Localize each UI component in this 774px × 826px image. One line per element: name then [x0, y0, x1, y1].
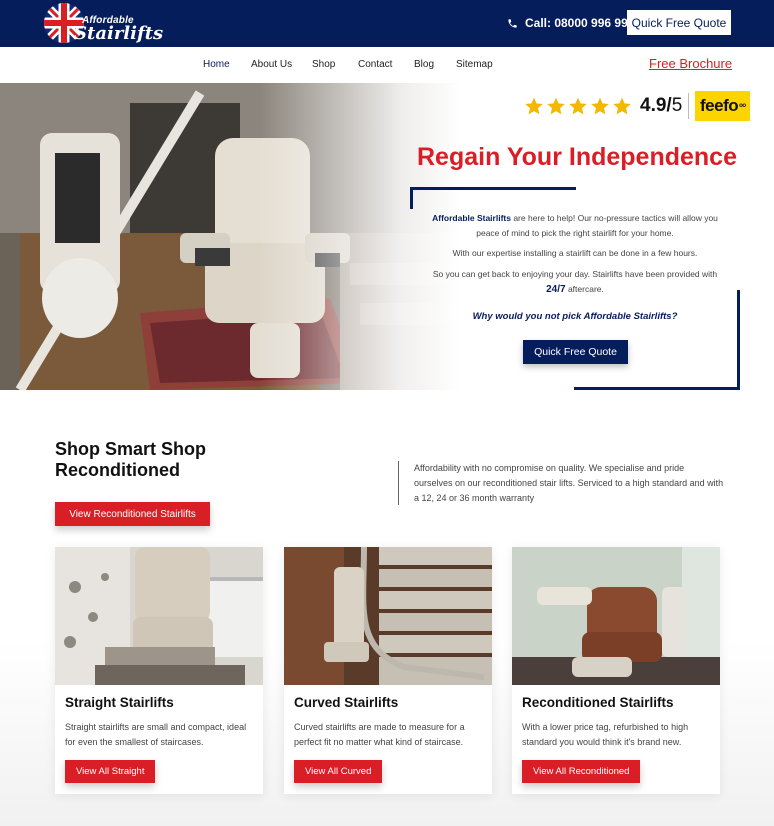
- hero-section: 4.9/5 feefo ᵒᵒ Regain Your Independence A…: [0, 83, 774, 390]
- view-all-reconditioned-button[interactable]: View All Reconditioned: [522, 760, 641, 783]
- card-reconditioned: Reconditioned Stairlifts With a lower pr…: [512, 547, 720, 794]
- nav-item-contact[interactable]: Contact: [358, 59, 392, 70]
- hero-paragraph-2: With our expertise installing a stairlif…: [452, 248, 698, 258]
- card-title: Straight Stairlifts: [65, 695, 174, 710]
- reconditioned-stairlift-image: [512, 547, 720, 685]
- card-description: Straight stairlifts are small and compac…: [65, 722, 247, 747]
- hero-quick-quote-button[interactable]: Quick Free Quote: [523, 340, 628, 364]
- feefo-logo[interactable]: feefo ᵒᵒ: [695, 91, 751, 121]
- star-icon: [525, 97, 543, 115]
- card-curved: Curved Stairlifts Curved stairlifts are …: [284, 547, 492, 794]
- box-border-top: [410, 187, 576, 190]
- star-icon: [547, 97, 565, 115]
- nav-item-blog[interactable]: Blog: [414, 59, 434, 70]
- star-icon: [613, 97, 631, 115]
- hero-paragraph-1: Affordable Stairlifts are here to help! …: [432, 213, 718, 238]
- card-title: Reconditioned Stairlifts: [522, 695, 674, 710]
- aftercare-strong: 24/7: [546, 284, 566, 295]
- header-quick-quote-button[interactable]: Quick Free Quote: [627, 10, 731, 35]
- card-title: Curved Stairlifts: [294, 695, 399, 710]
- site-logo[interactable]: Affordable Stairlifts: [44, 3, 163, 44]
- top-header-bar: Affordable Stairlifts Call: 08000 996 99…: [0, 0, 774, 47]
- feefo-logo-text: feefo: [700, 96, 739, 115]
- nav-item-sitemap[interactable]: Sitemap: [456, 59, 493, 70]
- phone-icon: [508, 18, 517, 28]
- rating-divider: [688, 93, 690, 119]
- straight-stairlift-image: [55, 547, 263, 685]
- call-link[interactable]: Call: 08000 996 994: [507, 14, 634, 32]
- rating-stars: [524, 96, 632, 116]
- section-divider: [398, 461, 399, 505]
- feefo-rating[interactable]: 4.9/5 feefo ᵒᵒ: [524, 91, 751, 121]
- hero-info-box: Affordable Stairlifts are here to help! …: [410, 187, 740, 390]
- rating-max: 5: [671, 95, 683, 116]
- main-nav: Home About Us Shop Contact Blog Sitemap …: [0, 47, 774, 83]
- nav-item-about-us[interactable]: About Us: [251, 59, 292, 70]
- star-icon: [569, 97, 587, 115]
- call-label: Call: 08000 996 994: [525, 16, 635, 30]
- view-all-curved-button[interactable]: View All Curved: [294, 760, 383, 783]
- view-all-straight-button[interactable]: View All Straight: [65, 760, 156, 783]
- logo-text-large: Stairlifts: [74, 23, 164, 44]
- view-reconditioned-button[interactable]: View Reconditioned Stairlifts: [55, 502, 210, 526]
- hero-paragraph-3: So you can get back to enjoying your day…: [432, 269, 718, 295]
- box-border-right: [737, 290, 740, 390]
- nav-item-home[interactable]: Home: [203, 59, 230, 70]
- hero-tagline: Why would you not pick Affordable Stairl…: [472, 311, 678, 322]
- free-brochure-link[interactable]: Free Brochure: [649, 56, 732, 71]
- section-title: Shop Smart Shop Reconditioned: [55, 439, 207, 480]
- hero-title: Regain Your Independence: [417, 143, 737, 171]
- brand-name-strong: Affordable Stairlifts: [432, 213, 511, 223]
- box-border-bottom: [574, 387, 740, 390]
- card-description: Curved stairlifts are made to measure fo…: [294, 722, 465, 747]
- section-text: Affordability with no compromise on qual…: [414, 463, 724, 503]
- box-border-left: [410, 187, 413, 209]
- card-straight: Straight Stairlifts Straight stairlifts …: [55, 547, 263, 794]
- rating-score: 4.9/5: [640, 95, 683, 116]
- curved-stairlift-image: [284, 547, 492, 685]
- card-description: With a lower price tag, refurbished to h…: [522, 722, 689, 747]
- star-icon: [591, 97, 609, 115]
- nav-item-shop[interactable]: Shop: [312, 59, 335, 70]
